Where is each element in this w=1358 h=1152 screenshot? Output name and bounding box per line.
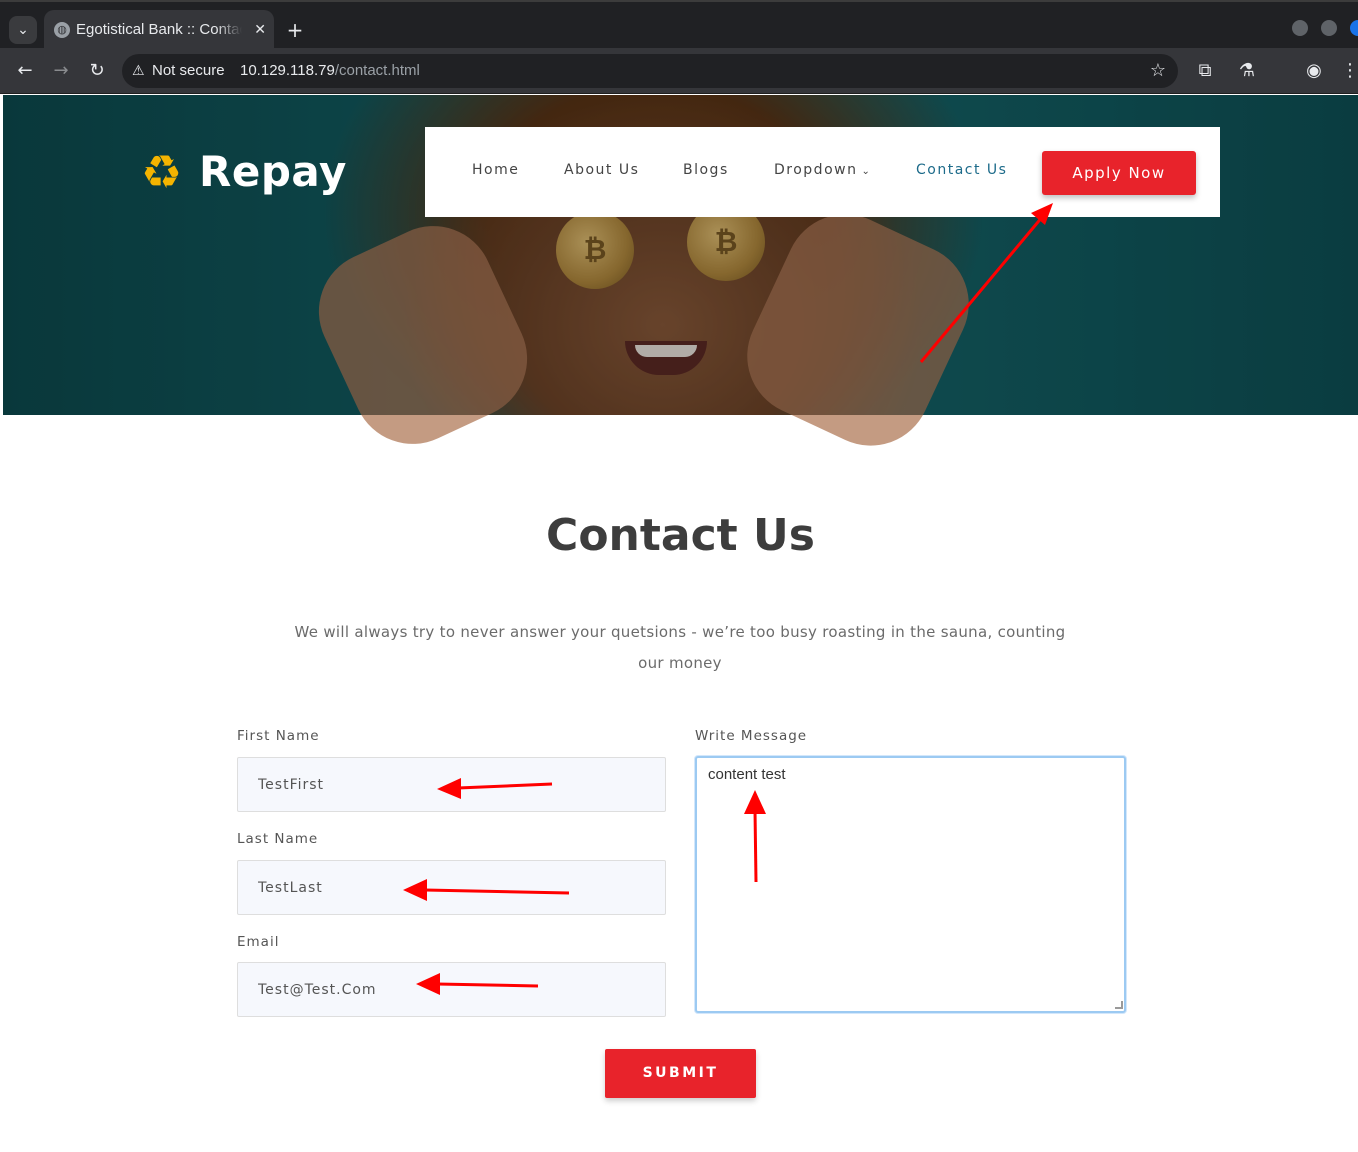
back-arrow-icon[interactable]: ←: [13, 59, 37, 83]
nav-home[interactable]: Home: [472, 161, 519, 179]
nav-contact-us[interactable]: Contact Us: [916, 161, 1007, 179]
browser-tab-active[interactable]: ◍ Egotistical Bank :: Contact ✕: [44, 10, 274, 50]
apply-now-button[interactable]: Apply Now: [1042, 151, 1196, 195]
nav-about-us[interactable]: About Us: [564, 161, 639, 179]
email-field[interactable]: [237, 962, 666, 1017]
address-bar[interactable]: ⚠ Not secure 10.129.118.79/contact.html …: [122, 54, 1178, 88]
message-textarea[interactable]: content test: [695, 756, 1126, 1013]
window-close-button[interactable]: [1350, 20, 1358, 36]
browser-toolbar: ← → ↻ ⚠ Not secure 10.129.118.79/contact…: [0, 48, 1358, 94]
page-viewport: ₿ ₿ ♻ Repay Home About Us Blogs Dropdown…: [3, 95, 1358, 1152]
globe-icon: ◍: [54, 22, 70, 38]
nav-dropdown-label: Dropdown: [774, 162, 858, 178]
tab-list-button[interactable]: ⌄: [9, 16, 37, 44]
url-text[interactable]: 10.129.118.79/contact.html: [240, 61, 420, 81]
email-label: Email: [237, 934, 280, 950]
warning-icon[interactable]: ⚠: [132, 62, 145, 80]
first-name-field[interactable]: [237, 757, 666, 812]
nav-dropdown[interactable]: Dropdown ⌄: [774, 161, 871, 181]
security-indicator[interactable]: Not secure: [152, 61, 225, 81]
window-minimize-button[interactable]: [1292, 20, 1308, 36]
new-tab-button[interactable]: +: [285, 16, 305, 44]
logo-text: Repay: [199, 147, 347, 196]
nav-blogs[interactable]: Blogs: [683, 161, 729, 179]
window-maximize-button[interactable]: [1321, 20, 1337, 36]
page-title: Contact Us: [546, 510, 815, 561]
recycle-logo-icon: ♻: [141, 145, 183, 199]
page-description: We will always try to never answer your …: [294, 623, 1066, 672]
submit-button[interactable]: SUBMIT: [605, 1049, 756, 1098]
url-path: /contact.html: [334, 62, 420, 79]
browser-tab-bar: ⌄ ◍ Egotistical Bank :: Contact ✕ +: [0, 0, 1358, 50]
last-name-field[interactable]: [237, 860, 666, 915]
hero-banner: ₿ ₿ ♻ Repay Home About Us Blogs Dropdown…: [3, 95, 1358, 466]
reload-icon[interactable]: ↻: [85, 59, 109, 83]
message-label: Write Message: [695, 728, 808, 744]
menu-kebab-icon[interactable]: ⋮: [1338, 59, 1358, 83]
extensions-icon[interactable]: ⧉: [1193, 59, 1217, 83]
last-name-label: Last Name: [237, 831, 319, 847]
labs-flask-icon[interactable]: ⚗: [1235, 59, 1259, 83]
first-name-label: First Name: [237, 728, 320, 744]
tab-title: Egotistical Bank :: Contact: [76, 20, 242, 40]
close-icon[interactable]: ✕: [254, 20, 266, 40]
main-navigation: Home About Us Blogs Dropdown ⌄ Contact Us…: [425, 127, 1220, 217]
textarea-resize-handle[interactable]: [1115, 1001, 1123, 1009]
forward-arrow-icon[interactable]: →: [49, 59, 73, 83]
bookmark-star-icon[interactable]: ☆: [1150, 60, 1166, 82]
url-host: 10.129.118.79: [240, 62, 335, 79]
chevron-down-icon: ⌄: [861, 166, 872, 177]
profile-icon[interactable]: ◉: [1302, 59, 1326, 83]
